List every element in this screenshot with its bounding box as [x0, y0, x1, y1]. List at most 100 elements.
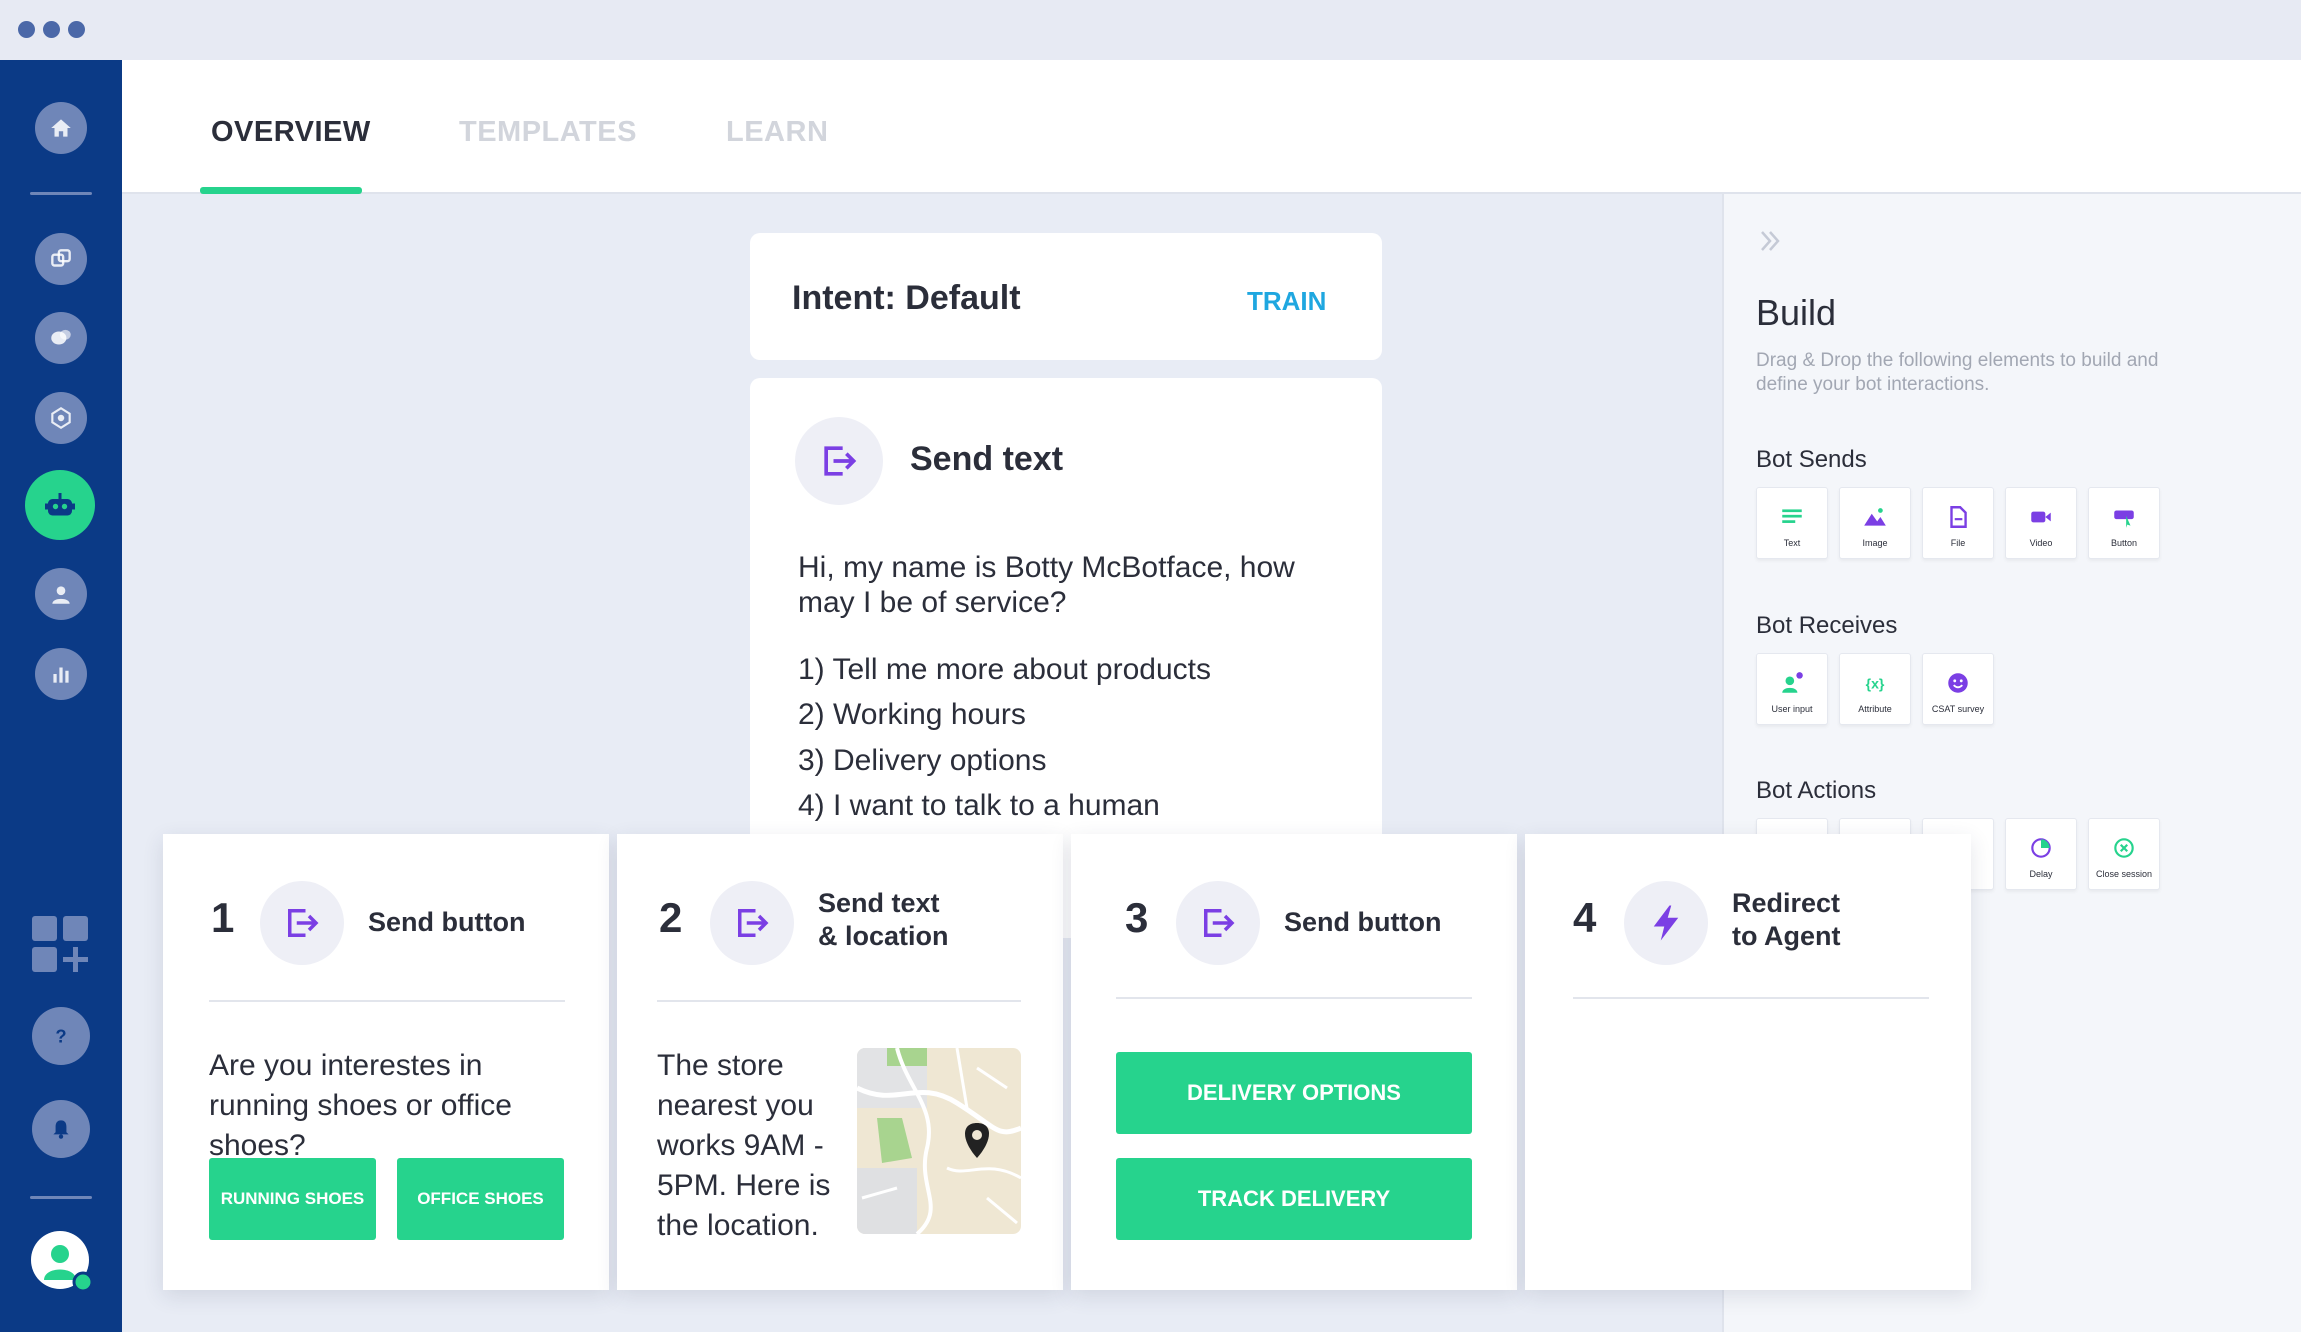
step-title-line1: Send text — [818, 888, 940, 918]
tab-templates[interactable]: TEMPLATES — [459, 116, 637, 149]
intent-title: Intent: Default — [792, 279, 1021, 317]
option-item: 3) Delivery options — [798, 744, 1047, 777]
tile-label: CSAT survey — [1931, 704, 1985, 714]
sidebar-divider — [30, 192, 92, 195]
step-divider — [657, 1000, 1021, 1002]
step-divider — [209, 1000, 565, 1002]
help-icon[interactable]: ? — [32, 1007, 90, 1065]
tile-label: Image — [1862, 538, 1888, 548]
step-number: 4 — [1573, 894, 1597, 941]
bot-icon[interactable] — [25, 470, 95, 540]
analytics-icon[interactable] — [35, 648, 87, 700]
lightning-bolt-icon — [1624, 881, 1708, 965]
tile-button[interactable]: Button — [2088, 487, 2160, 559]
conversations-icon[interactable] — [35, 312, 87, 364]
tile-label: Button — [2110, 538, 2138, 548]
delay-icon — [2031, 838, 2051, 858]
step-number: 3 — [1125, 894, 1149, 941]
send-location-icon — [710, 881, 794, 965]
svg-text:?: ? — [55, 1026, 66, 1047]
location-map[interactable] — [857, 1048, 1021, 1234]
sidebar: ? — [0, 60, 122, 1332]
send-button-icon — [260, 881, 344, 965]
tile-image[interactable]: Image — [1839, 487, 1911, 559]
sidebar-divider-bottom — [30, 1196, 92, 1199]
tile-file[interactable]: File — [1922, 487, 1994, 559]
build-title: Build — [1756, 292, 1837, 333]
running-shoes-button[interactable]: RUNNING SHOES — [209, 1158, 376, 1240]
user-input-icon — [1782, 672, 1803, 693]
window-close-dot[interactable] — [18, 21, 35, 38]
send-text-title: Send text — [910, 440, 1064, 478]
bot-receives-label: Bot Receives — [1756, 612, 1898, 639]
home-icon[interactable] — [35, 102, 87, 154]
tile-close-session[interactable]: Close session — [2088, 818, 2160, 890]
option-item: 4) I want to talk to a human — [798, 789, 1160, 822]
tab-overview[interactable]: OVERVIEW — [211, 116, 371, 149]
window-minimize-dot[interactable] — [43, 21, 60, 38]
attribute-icon: {x} — [1866, 675, 1885, 691]
step-number: 2 — [659, 894, 683, 941]
integrations-icon[interactable] — [35, 233, 87, 285]
step-card-4[interactable]: 4 Redirect to Agent — [1525, 834, 1971, 1290]
window-maximize-dot[interactable] — [68, 21, 85, 38]
step-message: The store nearest you works 9AM - 5PM. H… — [657, 1049, 831, 1242]
active-tab-indicator — [200, 187, 362, 194]
tile-delay[interactable]: Delay — [2005, 818, 2077, 890]
add-apps-icon[interactable] — [30, 914, 90, 974]
map-thumbnail — [857, 1048, 1021, 1234]
svg-text:{x}: {x} — [1866, 675, 1885, 691]
step-card-2[interactable]: 2 Send text & location The store nearest… — [617, 834, 1063, 1290]
tab-learn[interactable]: LEARN — [726, 116, 828, 149]
bot-actions-label: Bot Actions — [1756, 777, 1877, 804]
intent-card: Intent: Default TRAIN — [750, 233, 1382, 360]
tile-attribute[interactable]: {x} Attribute — [1839, 653, 1911, 725]
delivery-options-button[interactable]: DELIVERY OPTIONS — [1116, 1052, 1472, 1134]
track-delivery-button[interactable]: TRACK DELIVERY — [1116, 1158, 1472, 1240]
bot-sends-label: Bot Sends — [1756, 446, 1867, 473]
step-title: Send button — [368, 907, 526, 937]
tile-label: Video — [2029, 538, 2053, 548]
step-number: 1 — [211, 894, 235, 941]
step-divider — [1573, 997, 1929, 999]
option-item: 1) Tell me more about products — [798, 653, 1211, 686]
send-text-message: Hi, my name is Botty McBotface, how may … — [798, 551, 1295, 619]
option-item: 2) Working hours — [798, 698, 1026, 731]
step-title-line1: Redirect — [1732, 888, 1841, 918]
tile-label: Text — [1783, 538, 1801, 548]
tile-label: File — [1950, 538, 1966, 548]
network-icon[interactable] — [35, 392, 87, 444]
people-icon[interactable] — [35, 568, 87, 620]
tile-label: Close session — [2095, 869, 2153, 879]
video-icon — [2031, 511, 2051, 523]
notifications-icon[interactable] — [32, 1100, 90, 1158]
send-button-icon — [1176, 881, 1260, 965]
collapse-chevron-icon[interactable] — [1756, 226, 1786, 256]
tile-label: Delay — [2029, 869, 2053, 879]
tile-label: User input — [1771, 704, 1813, 714]
tile-label: Attribute — [1858, 704, 1892, 714]
top-navigation: OVERVIEW TEMPLATES LEARN — [122, 60, 2301, 194]
app-window: ? OVERVIEW TEMPLATES LEARN Build Drag & … — [0, 0, 2301, 1332]
step-card-3[interactable]: 3 Send button DELIVERY OPTIONS TRACK DEL… — [1071, 834, 1517, 1290]
file-icon — [1950, 506, 1967, 528]
step-card-1[interactable]: 1 Send button Are you interestes in runn… — [163, 834, 609, 1290]
close-session-icon — [2114, 838, 2134, 858]
step-message: Are you interestes in running shoes or o… — [209, 1049, 512, 1162]
build-description: Drag & Drop the following elements to bu… — [1756, 350, 2159, 395]
smiley-icon — [1948, 673, 1968, 693]
button-icon — [2114, 510, 2134, 528]
train-button[interactable]: TRAIN — [1247, 286, 1326, 317]
window-titlebar — [0, 0, 2301, 60]
step-title: Send button — [1284, 907, 1442, 937]
step-title-line2: & location — [818, 921, 949, 951]
tile-text[interactable]: Text — [1756, 487, 1828, 559]
tile-video[interactable]: Video — [2005, 487, 2077, 559]
office-shoes-button[interactable]: OFFICE SHOES — [397, 1158, 564, 1240]
step-divider — [1116, 997, 1472, 999]
tile-user-input[interactable]: User input — [1756, 653, 1828, 725]
step-title-line2: to Agent — [1732, 921, 1841, 951]
tile-csat-survey[interactable]: CSAT survey — [1922, 653, 1994, 725]
user-avatar-icon[interactable] — [30, 1230, 94, 1293]
send-text-icon — [795, 417, 883, 505]
